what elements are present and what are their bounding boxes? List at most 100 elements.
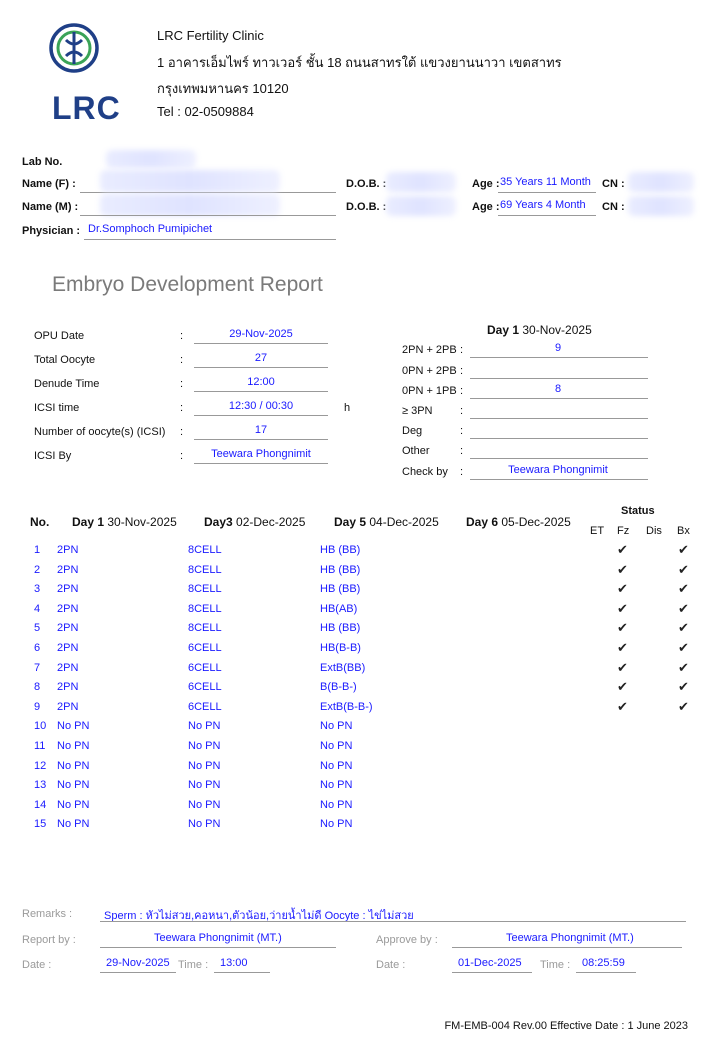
report-date-label: Date : <box>22 959 52 971</box>
day1-row-underline <box>470 458 648 459</box>
row-day3: 6CELL <box>188 642 222 654</box>
row-day5: No PN <box>320 798 353 811</box>
report-date-underline <box>100 972 176 973</box>
opu-row-underline <box>194 343 328 344</box>
row-day1: 2PN <box>57 583 79 596</box>
fz-check-icon: ✔ <box>617 600 628 616</box>
row-day5: HB (BB) <box>320 563 361 576</box>
row-day1: 2PN <box>57 681 79 694</box>
row-day1: No PN <box>57 779 90 792</box>
col-day6-header-date: 05-Dec-2025 <box>501 515 571 529</box>
row-no: 8 <box>34 681 41 694</box>
row-no: 9 <box>34 700 41 713</box>
col-day6-header-label: Day 6 <box>466 515 499 529</box>
row-day3: 8CELL <box>188 583 222 596</box>
opu-row-unit: h <box>344 402 351 414</box>
approve-time-label: Time : <box>540 959 571 971</box>
day1-row-colon: : <box>460 466 464 478</box>
row-day1: No PN <box>57 720 90 733</box>
form-code: FM-EMB-004 Rev.00 Effective Date : 1 Jun… <box>444 1020 688 1032</box>
report-time-value: 13:00 <box>220 957 248 969</box>
day1-row-underline <box>470 479 648 480</box>
clinic-name: LRC Fertility Clinic <box>157 28 264 43</box>
row-no: 5 <box>34 622 41 635</box>
day1-row-underline <box>470 357 648 358</box>
col-dis-header: Dis <box>646 525 662 537</box>
col-day1-header: Day 1 30-Nov-2025 <box>72 515 177 529</box>
opu-row-colon: : <box>180 450 184 462</box>
dob-f-redacted <box>386 172 456 192</box>
day1-row-label: 0PN + 1PB <box>402 385 457 397</box>
cn-f-label: CN : <box>602 178 625 190</box>
row-day3: No PN <box>188 779 221 792</box>
row-day3: No PN <box>188 798 221 811</box>
row-day3: No PN <box>188 740 221 752</box>
row-day1: 2PN <box>57 602 79 615</box>
day1-title: Day 1 30-Nov-2025 <box>487 323 592 337</box>
day1-row-underline <box>470 398 648 399</box>
clinic-address-line1: 1 อาคารเอ็มไพร์ ทาวเวอร์ ชั้น 18 ถนนสาทร… <box>157 55 562 70</box>
row-day5: B(B-B-) <box>320 681 357 694</box>
bx-check-icon: ✔ <box>678 600 689 616</box>
clinic-logo: LRC <box>44 22 130 126</box>
opu-row-label: Number of oocyte(s) (ICSI) <box>34 426 166 438</box>
row-day1: 2PN <box>57 622 79 635</box>
row-no: 11 <box>34 740 46 752</box>
report-by-label: Report by : <box>22 934 76 946</box>
opu-row-underline <box>194 439 328 440</box>
age-m-underline <box>498 215 596 216</box>
day1-row-label: Deg <box>402 425 423 437</box>
day1-row-underline <box>470 418 648 419</box>
row-day5: HB(AB) <box>320 602 358 615</box>
cn-m-redacted <box>628 196 694 216</box>
opu-row-label: ICSI By <box>34 450 72 462</box>
row-day3: No PN <box>188 720 221 733</box>
fz-check-icon: ✔ <box>617 561 628 577</box>
physician-underline <box>84 239 336 240</box>
row-no: 6 <box>34 642 41 654</box>
fz-check-icon: ✔ <box>617 640 628 655</box>
col-day5-header: Day 5 04-Dec-2025 <box>334 515 439 529</box>
dob-m-redacted <box>386 196 456 216</box>
bx-check-icon: ✔ <box>678 659 689 675</box>
bx-check-icon: ✔ <box>678 581 689 597</box>
row-day3: 8CELL <box>188 622 222 635</box>
approve-date-label: Date : <box>376 959 406 971</box>
report-by-value: Teewara Phongnimit (MT.) <box>154 932 282 944</box>
cn-m-label: CN : <box>602 201 625 213</box>
fz-check-icon: ✔ <box>617 679 628 695</box>
row-no: 15 <box>34 818 47 831</box>
col-day1-header-date: 30-Nov-2025 <box>107 515 177 529</box>
row-no: 2 <box>34 563 41 576</box>
day1-row-colon: : <box>460 365 464 377</box>
col-day5-header-date: 04-Dec-2025 <box>369 515 439 529</box>
opu-row-colon: : <box>180 426 184 438</box>
row-day3: No PN <box>188 818 221 831</box>
row-day5: ExtB(B-B-) <box>320 700 373 713</box>
bx-check-icon: ✔ <box>678 679 689 695</box>
col-day6-header: Day 6 05-Dec-2025 <box>466 515 571 529</box>
row-day5: No PN <box>320 740 353 752</box>
approve-date-underline <box>452 972 532 973</box>
row-day3: 6CELL <box>188 681 222 694</box>
age-f-underline <box>498 192 596 193</box>
opu-row-colon: : <box>180 402 184 414</box>
row-no: 14 <box>34 798 47 811</box>
col-day1-header-label: Day 1 <box>72 515 105 529</box>
row-day3: 6CELL <box>188 661 222 674</box>
day1-row-label: Check by <box>402 466 448 478</box>
row-no: 4 <box>34 602 41 615</box>
day1-row-label: ≥ 3PN <box>402 405 433 417</box>
report-by-underline <box>100 947 336 948</box>
age-f-value: 35 Years 11 Month <box>500 176 591 188</box>
row-day5: No PN <box>320 818 353 831</box>
day1-title-label: Day 1 <box>487 323 520 337</box>
row-day3: 8CELL <box>188 602 222 615</box>
row-day1: No PN <box>57 818 90 831</box>
approve-by-underline <box>452 947 682 948</box>
name-f-redacted <box>100 170 280 192</box>
col-et-header: ET <box>590 525 605 537</box>
day1-row-colon: : <box>460 405 464 417</box>
age-m-label: Age : <box>472 201 500 213</box>
day1-row-label: Other <box>402 445 430 457</box>
